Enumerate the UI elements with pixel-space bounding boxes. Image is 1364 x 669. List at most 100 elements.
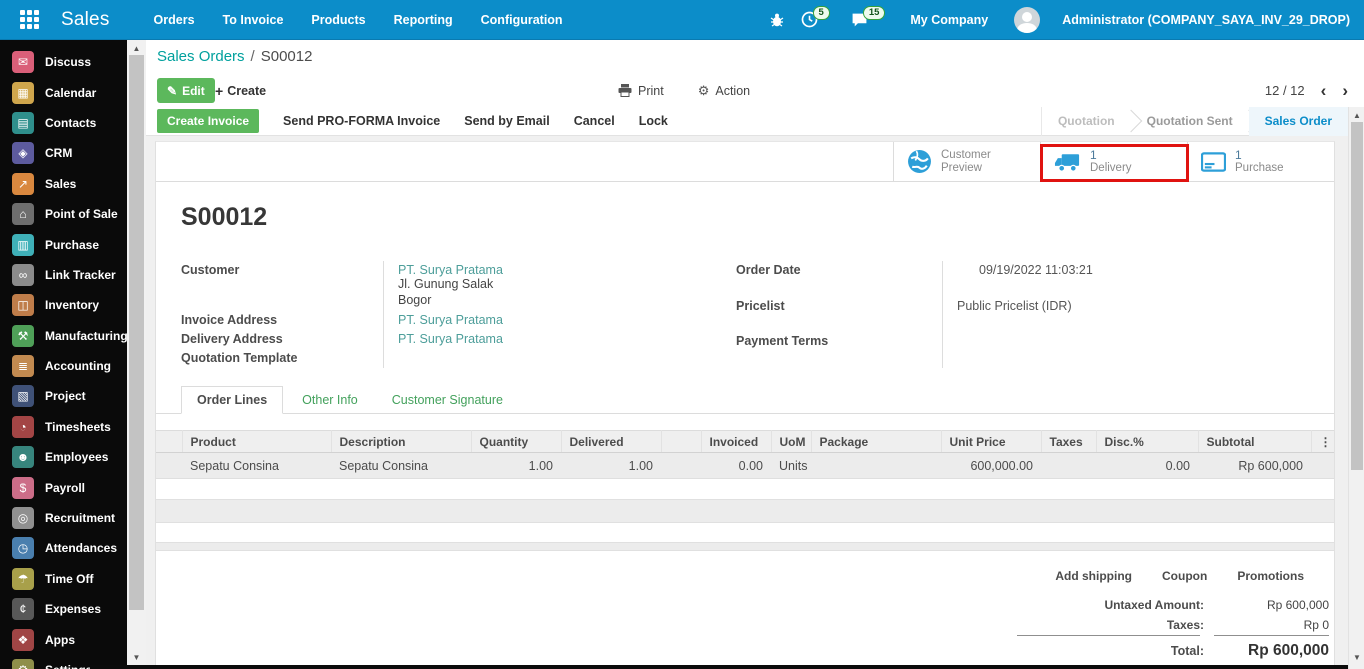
page-scrollbar-thumb[interactable] [1351,122,1363,470]
col-taxes[interactable]: Taxes [1041,430,1097,453]
customer-preview-smart-button[interactable]: Customer Preview [893,142,1040,181]
delivery-smart-button[interactable]: 1 Delivery [1040,142,1187,181]
coupon-button[interactable]: Coupon [1162,569,1207,583]
scroll-down-icon[interactable]: ▼ [1349,653,1364,662]
create-invoice-button[interactable]: Create Invoice [157,109,260,133]
scroll-down-icon[interactable]: ▼ [127,653,146,662]
pager-previous-icon[interactable]: ‹ [1321,82,1327,99]
cell-product[interactable]: Sepatu Consina [182,452,331,479]
lock-button[interactable]: Lock [639,114,668,128]
sidebar-item-accounting[interactable]: ≣ Accounting [0,351,127,381]
link-icon: ∞ [12,263,34,286]
sidebar-item-discuss[interactable]: ✉ Discuss [0,47,127,77]
apps-grid-icon[interactable] [20,10,39,29]
col-delivered[interactable]: Delivered [561,430,662,453]
empty-row-stripe [156,499,1334,523]
activities-clock-icon[interactable]: 5 [801,5,835,28]
scroll-up-icon[interactable]: ▲ [1349,111,1364,120]
tab-customer-signature[interactable]: Customer Signature [377,387,518,413]
sidebar-item-recruitment[interactable]: ◎ Recruitment [0,503,127,533]
delivery-address-link[interactable]: PT. Surya Pratama [398,332,503,346]
col-invoiced[interactable]: Invoiced [701,430,772,453]
breadcrumb-sales-orders[interactable]: Sales Orders [157,48,245,65]
debug-bug-icon[interactable] [769,12,785,28]
sidebar-item-inventory[interactable]: ◫ Inventory [0,290,127,320]
top-menus: Orders To Invoice Products Reporting Con… [154,13,563,27]
company-switcher[interactable]: My Company [910,13,988,27]
sidebar-item-project[interactable]: ▧ Project [0,381,127,411]
send-by-email-button[interactable]: Send by Email [464,114,549,128]
sidebar-item-label: Settings [45,663,92,669]
messages-chat-icon[interactable]: 15 [851,5,891,28]
sidebar-item-attendances[interactable]: ◷ Attendances [0,533,127,563]
sidebar-item-contacts[interactable]: ▤ Contacts [0,108,127,138]
cell-disc[interactable]: 0.00 [1096,452,1198,479]
promotions-button[interactable]: Promotions [1237,569,1304,583]
sidebar-item-apps[interactable]: ❖ Apps [0,624,127,654]
app-name: Sales [61,8,110,30]
sidebar-item-timesheets[interactable]: ◔ Timesheets [0,412,127,442]
sidebar-item-label: Link Tracker [45,267,116,282]
sidebar-item-link-tracker[interactable]: ∞ Link Tracker [0,260,127,290]
sidebar-scrollbar-thumb[interactable] [129,55,144,610]
cell-subtotal[interactable]: Rp 600,000 [1198,452,1311,479]
sidebar-item-crm[interactable]: ◈ CRM [0,138,127,168]
col-subtotal[interactable]: Subtotal [1198,430,1312,453]
cell-taxes[interactable] [1041,452,1096,479]
untaxed-amount-label: Untaxed Amount: [1104,598,1204,612]
quotation-template-label: Quotation Template [181,351,298,365]
user-avatar[interactable] [1014,6,1041,33]
state-quotation-sent[interactable]: Quotation Sent [1131,107,1249,136]
state-quotation[interactable]: Quotation [1042,107,1131,136]
col-quantity[interactable]: Quantity [471,430,562,453]
col-description[interactable]: Description [331,430,472,453]
cancel-button[interactable]: Cancel [574,114,615,128]
menu-products[interactable]: Products [311,13,365,27]
sidebar-item-label: Time Off [45,571,94,586]
sidebar-item-expenses[interactable]: ¢ Expenses [0,594,127,624]
create-button[interactable]: + Create [215,78,266,103]
pager-next-icon[interactable]: › [1342,82,1348,99]
menu-reporting[interactable]: Reporting [394,13,453,27]
sidebar-item-manufacturing[interactable]: ⚒ Manufacturing [0,321,127,351]
sidebar-item-point-of-sale[interactable]: ⌂ Point of Sale [0,199,127,229]
optional-columns-icon[interactable]: ⋮ [1311,430,1334,453]
tab-other-info[interactable]: Other Info [287,387,373,413]
action-button[interactable]: ⚙ Action [698,83,750,99]
add-shipping-button[interactable]: Add shipping [1055,569,1132,583]
cell-description[interactable]: Sepatu Consina [331,452,471,479]
tab-order-lines[interactable]: Order Lines [181,386,284,414]
scroll-up-icon[interactable]: ▲ [127,44,146,53]
page-scrollbar[interactable]: ▲ ▼ [1348,107,1364,669]
user-menu[interactable]: Administrator (COMPANY_SAYA_INV_29_DROP) [1062,13,1350,27]
cell-unit-price[interactable]: 600,000.00 [941,452,1041,479]
invoice-address-link[interactable]: PT. Surya Pratama [398,313,503,327]
send-proforma-button[interactable]: Send PRO-FORMA Invoice [283,114,440,128]
col-disc[interactable]: Disc.% [1096,430,1199,453]
state-sales-order[interactable]: Sales Order [1248,106,1348,136]
col-package[interactable]: Package [811,430,942,453]
sidebar-scrollbar[interactable]: ▲ ▼ [127,40,146,669]
menu-to-invoice[interactable]: To Invoice [223,13,284,27]
sidebar-item-payroll[interactable]: $ Payroll [0,472,127,502]
sidebar-item-time-off[interactable]: ☂ Time Off [0,564,127,594]
sidebar-item-employees[interactable]: ☻ Employees [0,442,127,472]
customer-link[interactable]: PT. Surya Pratama [398,263,736,277]
cell-quantity[interactable]: 1.00 [471,452,561,479]
print-button[interactable]: Print [618,84,664,98]
cell-delivered[interactable]: 1.00 [561,452,661,479]
sidebar-item-calendar[interactable]: ▦ Calendar [0,77,127,107]
col-unit-price[interactable]: Unit Price [941,430,1042,453]
cell-uom[interactable]: Units [771,452,811,479]
purchase-smart-button[interactable]: 1 Purchase [1187,142,1334,181]
sidebar-item-purchase[interactable]: ▥ Purchase [0,229,127,259]
sidebar-item-sales[interactable]: ↗ Sales [0,169,127,199]
cell-invoiced[interactable]: 0.00 [701,452,771,479]
col-uom[interactable]: UoM [771,430,812,453]
edit-button[interactable]: ✎ Edit [157,78,215,103]
col-product[interactable]: Product [182,430,332,453]
menu-orders[interactable]: Orders [154,13,195,27]
order-line-row[interactable]: Sepatu Consina Sepatu Consina 1.00 1.00 … [156,452,1334,479]
cell-package[interactable] [811,452,941,479]
menu-configuration[interactable]: Configuration [481,13,563,27]
